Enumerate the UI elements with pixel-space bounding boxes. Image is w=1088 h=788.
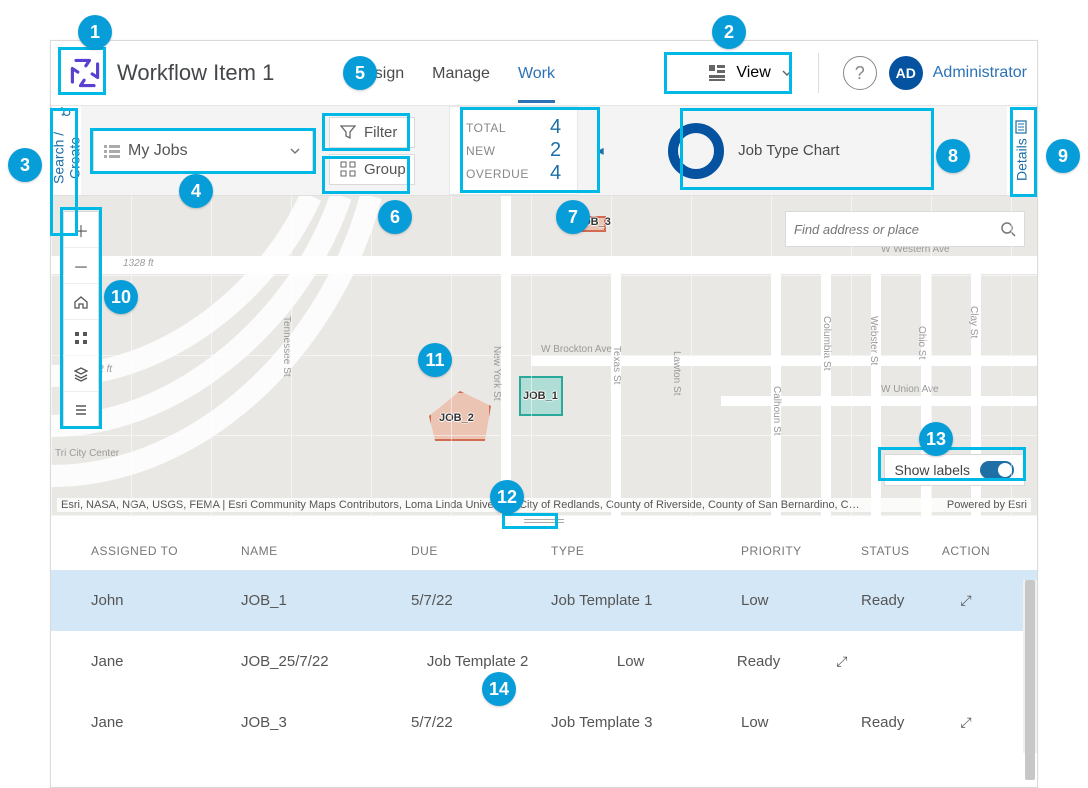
group-label: Group [364, 161, 406, 178]
stats-overdue-value: 4 [550, 162, 561, 185]
col-priority[interactable]: PRIORITY [741, 544, 861, 558]
group-button[interactable]: Group [329, 154, 415, 185]
jobs-filter-select[interactable]: My Jobs [93, 130, 313, 172]
chevron-down-icon [781, 67, 793, 79]
callout-8: 8 [936, 139, 970, 173]
view-icon [708, 64, 726, 82]
app-logo-icon[interactable] [65, 53, 105, 93]
collapse-stats-button[interactable]: ◂ [588, 106, 612, 195]
table-row[interactable]: Jane JOB_3 5/7/22 Job Template 3 Low Rea… [51, 692, 1037, 753]
table-scrollbar[interactable] [1023, 580, 1037, 753]
col-type[interactable]: TYPE [551, 544, 741, 558]
stats-total-label: TOTAL [466, 121, 536, 135]
callout-3: 3 [8, 148, 42, 182]
details-label: Details [1014, 138, 1030, 181]
chevron-down-icon [288, 144, 302, 158]
view-label: View [736, 64, 770, 82]
toggle-switch-icon [980, 461, 1014, 479]
main-nav: Design Manage Work [354, 43, 555, 103]
group-icon [340, 161, 356, 177]
zoom-out-button[interactable]: － [64, 248, 98, 284]
view-dropdown[interactable]: View [697, 59, 803, 87]
stats-new-value: 2 [550, 139, 561, 162]
callout-1: 1 [78, 15, 112, 49]
jobs-table: ASSIGNED TO NAME DUE TYPE PRIORITY STATU… [51, 526, 1037, 753]
panel-splitter[interactable] [51, 516, 1037, 526]
stats-panel: TOTAL 4 NEW 2 OVERDUE 4 [449, 106, 578, 195]
callout-7: 7 [556, 200, 590, 234]
col-name[interactable]: NAME [241, 544, 411, 558]
help-button[interactable]: ? [843, 56, 877, 90]
map-controls: ＋ － [63, 211, 99, 429]
table-header-row: ASSIGNED TO NAME DUE TYPE PRIORITY STATU… [51, 526, 1037, 570]
expand-icon[interactable]: ⤢ [836, 653, 847, 670]
callout-2: 2 [712, 15, 746, 49]
stats-total-value: 4 [550, 116, 561, 139]
filter-button[interactable]: Filter [329, 117, 415, 148]
zoom-in-button[interactable]: ＋ [64, 212, 98, 248]
col-due[interactable]: DUE [411, 544, 551, 558]
donut-chart-icon [668, 123, 724, 179]
table-row[interactable]: John JOB_1 5/7/22 Job Template 1 Low Rea… [51, 570, 1037, 631]
details-panel-tab[interactable]: Details [1007, 106, 1037, 195]
filter-label: Filter [364, 124, 397, 141]
layers-button[interactable] [64, 356, 98, 392]
col-action[interactable]: ACTION [941, 544, 991, 558]
map-attribution: Esri, NASA, NGA, USGS, FEMA | Esri Commu… [57, 498, 1031, 512]
jobs-select-label: My Jobs [128, 142, 188, 160]
avatar[interactable]: AD [889, 56, 923, 90]
page-title: Workflow Item 1 [117, 60, 314, 86]
home-extent-button[interactable] [64, 284, 98, 320]
callout-6: 6 [378, 200, 412, 234]
expand-icon[interactable]: ⤢ [960, 592, 971, 609]
show-labels-toggle[interactable]: Show labels [884, 454, 1026, 486]
callout-10: 10 [104, 280, 138, 314]
callout-5: 5 [343, 56, 377, 90]
callout-11: 11 [418, 343, 452, 377]
search-plus-icon [60, 106, 74, 117]
callout-12: 12 [490, 480, 524, 514]
col-status[interactable]: STATUS [861, 544, 941, 558]
list-icon [104, 143, 120, 159]
callout-13: 13 [919, 422, 953, 456]
legend-button[interactable] [64, 392, 98, 428]
username-link[interactable]: Administrator [933, 64, 1027, 82]
header: Workflow Item 1 Design Manage Work View … [51, 41, 1037, 106]
chart-label: Job Type Chart [738, 142, 839, 159]
search-icon [1000, 221, 1016, 237]
col-assigned[interactable]: ASSIGNED TO [91, 544, 241, 558]
stats-overdue-label: OVERDUE [466, 167, 536, 181]
job-type-chart[interactable]: Job Type Chart [652, 106, 855, 195]
callout-9: 9 [1046, 139, 1080, 173]
map[interactable]: W Western Ave W Brockton Ave W Union Ave… [51, 196, 1037, 516]
callout-4: 4 [179, 174, 213, 208]
table-row[interactable]: Jane JOB_2 5/7/22 Job Template 2 Low Rea… [51, 631, 1037, 692]
show-labels-label: Show labels [895, 462, 971, 478]
nav-work[interactable]: Work [518, 43, 555, 103]
map-search[interactable] [785, 211, 1025, 247]
stats-new-label: NEW [466, 144, 536, 158]
expand-icon[interactable]: ⤢ [960, 714, 971, 731]
map-search-input[interactable] [794, 222, 1000, 237]
search-create-panel-tab[interactable]: Search / Create [51, 106, 81, 195]
nav-manage[interactable]: Manage [432, 43, 490, 103]
filter-icon [340, 124, 356, 140]
search-create-label: Search / Create [51, 121, 83, 195]
app-frame: Workflow Item 1 Design Manage Work View … [50, 40, 1038, 788]
document-icon [1015, 120, 1029, 134]
basemap-button[interactable] [64, 320, 98, 356]
callout-14: 14 [482, 672, 516, 706]
